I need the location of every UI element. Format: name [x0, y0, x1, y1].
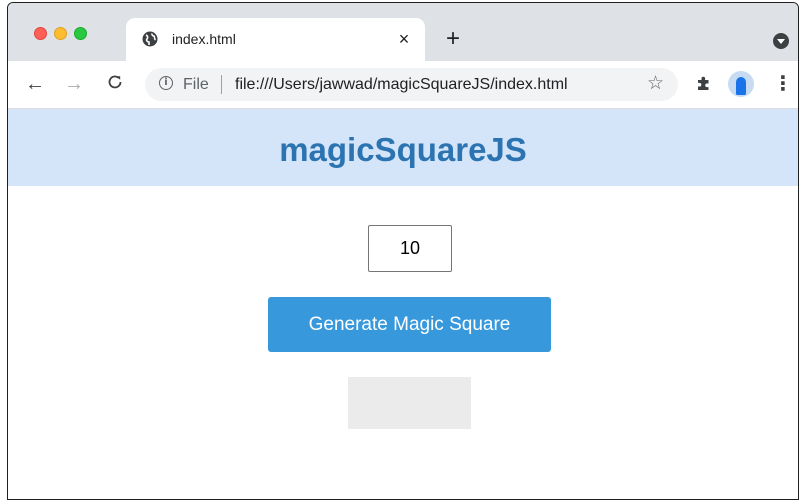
- tab-close-icon[interactable]: ×: [395, 30, 413, 48]
- info-icon[interactable]: i: [159, 76, 173, 90]
- page-content: magicSquareJS Generate Magic Square: [8, 109, 798, 499]
- back-button[interactable]: ←: [24, 73, 46, 95]
- generate-magic-square-button[interactable]: Generate Magic Square: [268, 297, 551, 352]
- extensions-puzzle-icon[interactable]: [695, 74, 713, 92]
- tab-index-html[interactable]: index.html ×: [126, 18, 425, 61]
- scheme-label: File: [183, 76, 209, 93]
- tab-title: index.html: [172, 31, 236, 47]
- close-window-button[interactable]: [34, 27, 47, 40]
- page-title: magicSquareJS: [279, 131, 527, 168]
- tab-strip: index.html × +: [8, 3, 798, 61]
- tab-search-icon[interactable]: [773, 33, 789, 49]
- forward-button[interactable]: →: [63, 73, 85, 95]
- magic-square-result: [348, 377, 471, 429]
- zoom-window-button[interactable]: [74, 27, 87, 40]
- reload-button[interactable]: [104, 73, 126, 95]
- url-text[interactable]: file:///Users/jawwad/magicSquareJS/index…: [235, 75, 568, 94]
- browser-toolbar: ← → i File file:///Users/jawwad/magicSqu…: [8, 61, 798, 109]
- new-tab-button[interactable]: +: [442, 27, 464, 51]
- page-header: magicSquareJS: [8, 109, 798, 186]
- globe-icon: [142, 31, 158, 47]
- reload-icon: [108, 75, 122, 89]
- square-size-input[interactable]: [368, 225, 452, 272]
- browser-window: index.html × + ← → i File file:///Users/…: [7, 2, 799, 500]
- address-separator: [221, 75, 222, 94]
- profile-avatar[interactable]: [728, 71, 754, 97]
- kebab-menu-icon[interactable]: ⋮: [773, 72, 793, 96]
- address-bar[interactable]: i File file:///Users/jawwad/magicSquareJ…: [145, 68, 678, 101]
- bookmark-star-icon[interactable]: ☆: [647, 73, 664, 95]
- minimize-window-button[interactable]: [54, 27, 67, 40]
